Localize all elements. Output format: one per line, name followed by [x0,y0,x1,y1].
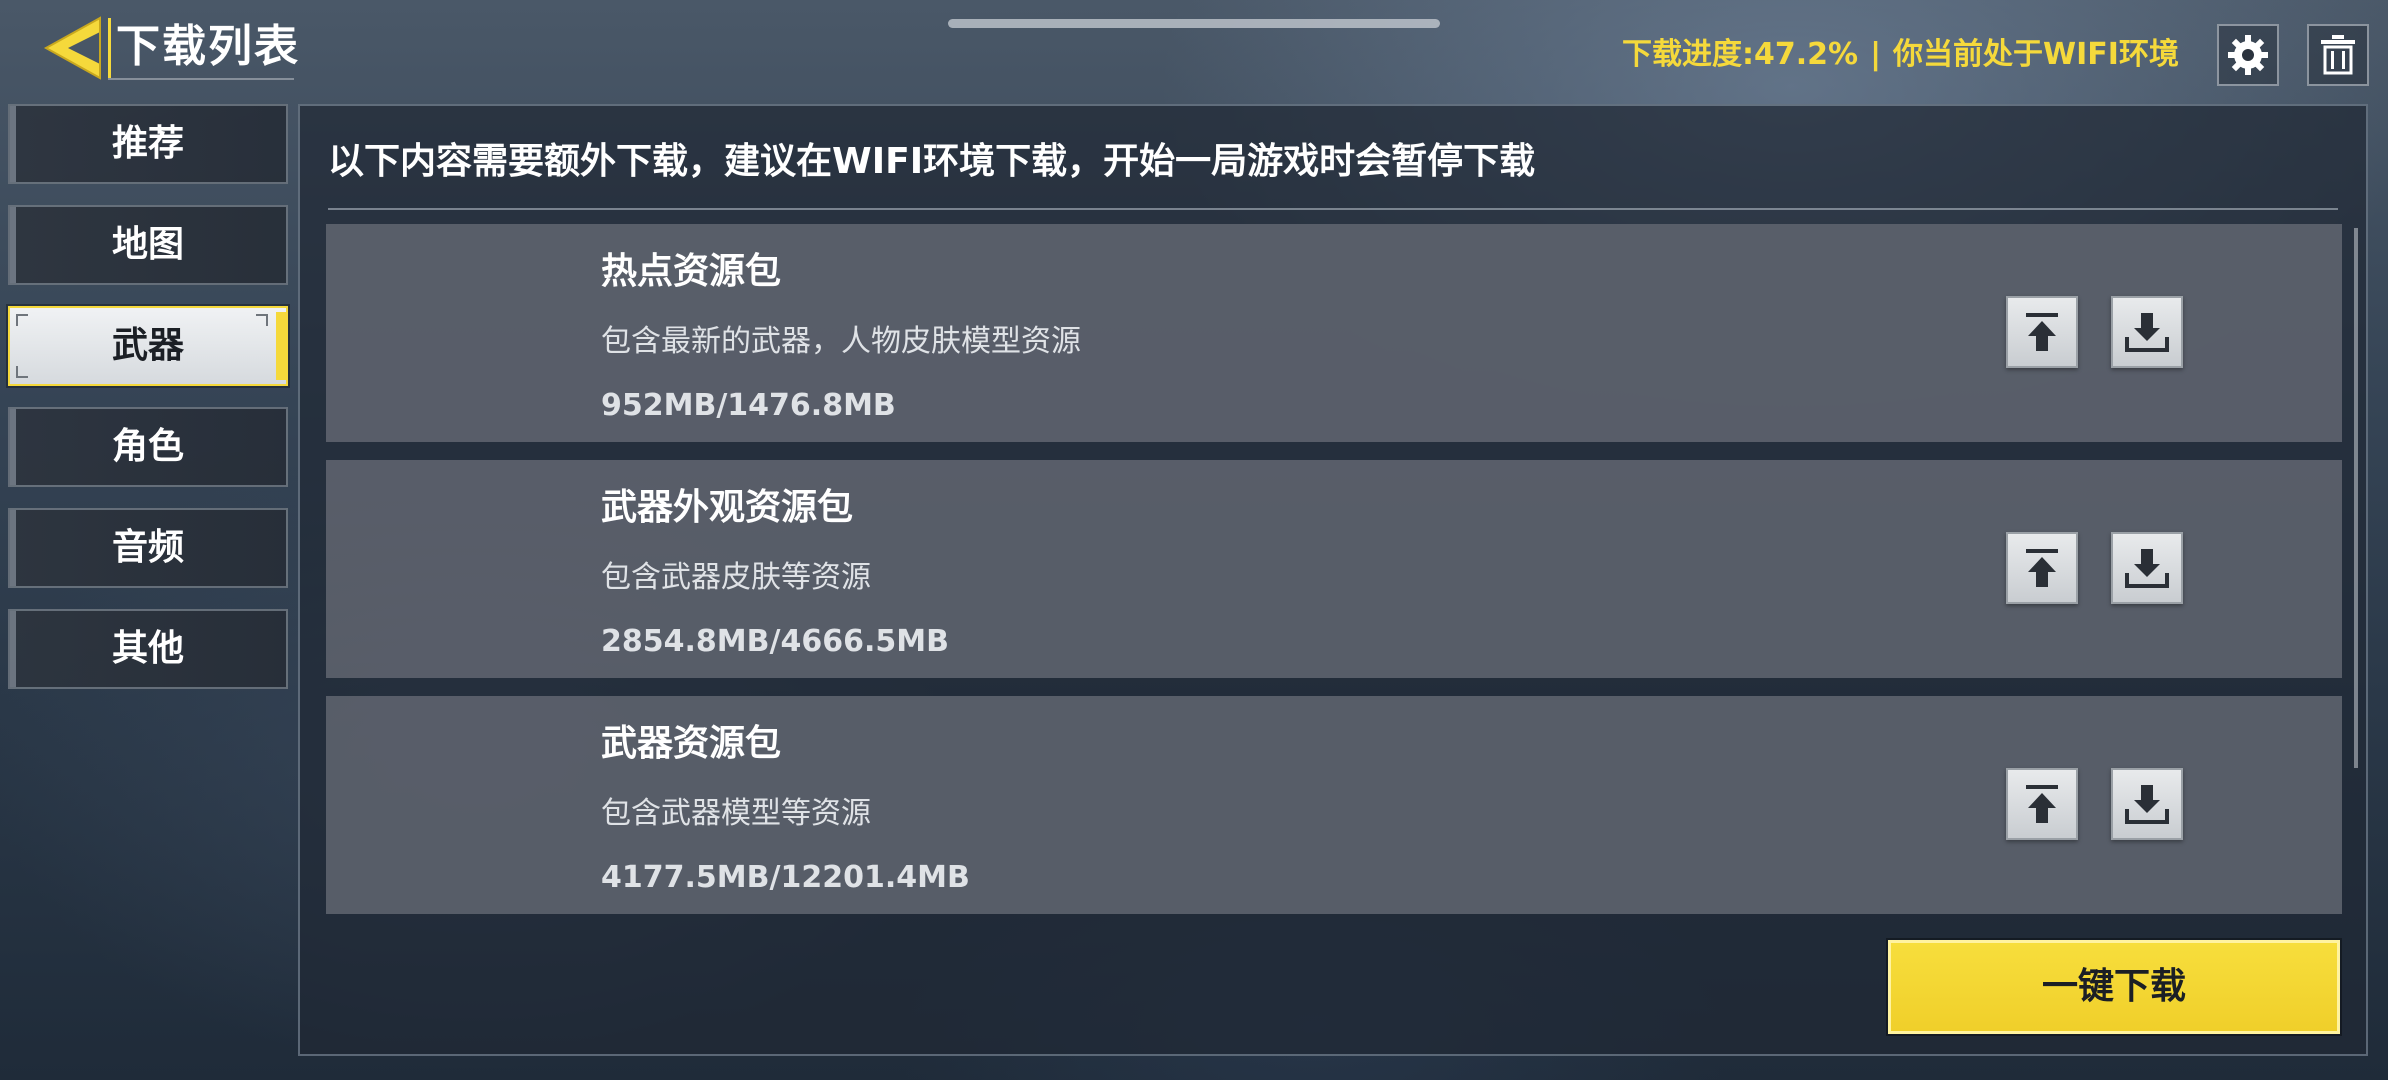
download-button[interactable] [2111,296,2183,368]
package-title: 武器资源包 [601,723,782,764]
title-accent-bar [108,18,111,78]
download-icon [2125,549,2169,588]
tab-maps[interactable]: 地图 [8,205,288,285]
network-text: 你当前处于WIFI环境 [1893,37,2179,72]
tab-label: 其他 [111,628,184,669]
settings-button[interactable] [2217,24,2279,86]
arrow-up-icon [2026,549,2058,587]
tab-recommended[interactable]: 推荐 [8,104,288,184]
status-separator: | [1870,37,1882,72]
package-description: 包含武器模型等资源 [601,796,871,831]
download-icon [2125,785,2169,824]
prioritize-button[interactable] [2006,296,2078,368]
notice-divider [328,208,2338,210]
back-button[interactable] [42,14,104,82]
tab-label: 推荐 [111,123,184,164]
trash-icon [2321,35,2355,75]
tab-characters[interactable]: 角色 [8,407,288,487]
arrow-up-icon [2026,313,2058,351]
tab-label: 地图 [111,224,184,265]
download-notice: 以下内容需要额外下载，建议在WIFI环境下载，开始一局游戏时会暂停下载 [328,141,1536,182]
tab-label: 音频 [111,527,184,568]
package-card: 武器资源包 包含武器模型等资源 4177.5MB/12201.4MB [326,696,2342,914]
package-card: 武器外观资源包 包含武器皮肤等资源 2854.8MB/4666.5MB [326,460,2342,678]
title-underline [108,78,294,80]
tab-others[interactable]: 其他 [8,609,288,689]
tab-weapons[interactable]: 武器 [8,306,288,386]
page-title: 下载列表 [116,21,300,72]
tab-audio[interactable]: 音频 [8,508,288,588]
package-size: 952MB/1476.8MB [601,388,896,423]
download-icon [2125,313,2169,352]
tab-corner [16,366,28,378]
download-button[interactable] [2111,532,2183,604]
package-size: 2854.8MB/4666.5MB [601,624,949,659]
package-title: 武器外观资源包 [601,487,854,528]
package-title: 热点资源包 [601,251,782,292]
prioritize-button[interactable] [2006,532,2078,604]
delete-button[interactable] [2307,24,2369,86]
prioritize-button[interactable] [2006,768,2078,840]
tab-corner [16,314,28,326]
scrollbar[interactable] [2354,228,2358,768]
tab-label: 武器 [111,325,184,366]
download-button[interactable] [2111,768,2183,840]
gear-icon [2228,35,2268,75]
progress-text: 下载进度:47.2% [1622,37,1859,72]
home-indicator [948,19,1440,28]
download-status: 下载进度:47.2% | 你当前处于WIFI环境 [1622,32,2179,78]
package-card: 热点资源包 包含最新的武器，人物皮肤模型资源 952MB/1476.8MB [326,224,2342,442]
tab-corner [256,314,268,326]
package-description: 包含最新的武器，人物皮肤模型资源 [601,324,1081,359]
tab-label: 角色 [111,426,184,467]
one-click-download-button[interactable]: 一键下载 [1888,940,2340,1034]
arrow-up-icon [2026,785,2058,823]
package-description: 包含武器皮肤等资源 [601,560,871,595]
back-arrow-icon [43,16,101,80]
package-size: 4177.5MB/12201.4MB [601,860,970,895]
